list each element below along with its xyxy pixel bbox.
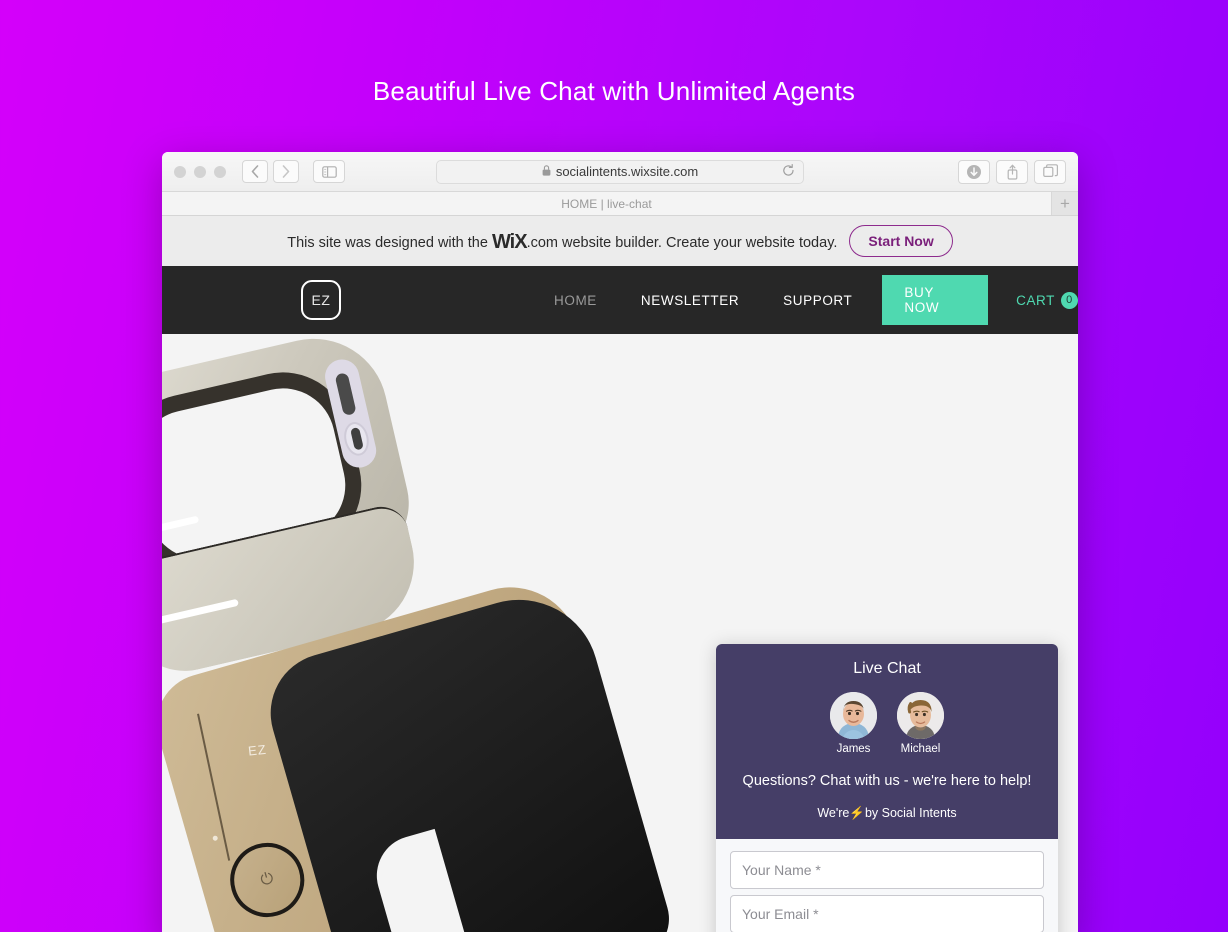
tab-overview-icon bbox=[1042, 164, 1058, 178]
chevron-left-icon bbox=[251, 165, 259, 178]
cart-count-badge: 0 bbox=[1061, 291, 1078, 309]
chat-agents-list: James Michael bbox=[716, 692, 1058, 755]
cart-link[interactable]: CART 0 bbox=[1016, 291, 1078, 309]
browser-window: socialintents.wixsite.com HOME | live-ch… bbox=[162, 152, 1078, 932]
site-navigation-bar: EZ HOME NEWSLETTER SUPPORT BUY NOW CART … bbox=[162, 266, 1078, 334]
wix-banner-text: This site was designed with the WiX.com … bbox=[287, 230, 837, 253]
powered-by-suffix: by Social Intents bbox=[864, 806, 957, 821]
navigation-buttons bbox=[242, 160, 299, 183]
chat-agent: Michael bbox=[897, 692, 944, 755]
lightning-bolt-icon: ⚡ bbox=[849, 806, 865, 821]
nav-item-home[interactable]: HOME bbox=[532, 293, 619, 308]
silver-watch-dial bbox=[340, 419, 372, 459]
chevron-right-icon bbox=[282, 165, 290, 178]
site-page-body: EZ ⏻ Live Chat James Michael Questions? … bbox=[162, 334, 1078, 932]
chat-widget-header: Live Chat James Michael Questions? Chat … bbox=[716, 644, 1058, 840]
agent-avatar-michael bbox=[897, 692, 944, 739]
agent-name-michael: Michael bbox=[900, 743, 941, 755]
powered-by-prefix: We're bbox=[817, 806, 850, 821]
sidebar-icon bbox=[321, 165, 337, 178]
window-traffic-lights bbox=[174, 165, 226, 178]
browser-toolbar: socialintents.wixsite.com bbox=[162, 152, 1078, 192]
sidebar-toggle-button[interactable] bbox=[313, 160, 345, 183]
zoom-window-button[interactable] bbox=[214, 165, 226, 178]
live-chat-widget: Live Chat James Michael Questions? Chat … bbox=[716, 644, 1058, 932]
downloads-button[interactable] bbox=[958, 159, 990, 184]
start-now-button[interactable]: Start Now bbox=[849, 225, 953, 257]
power-icon: ⏻ bbox=[258, 869, 276, 890]
address-bar-url: socialintents.wixsite.com bbox=[555, 164, 699, 179]
tab-overview-button[interactable] bbox=[1034, 159, 1066, 184]
tab-live-chat[interactable]: HOME | live-chat bbox=[162, 192, 1052, 215]
chat-powered-by: We're⚡by Social Intents bbox=[716, 792, 1058, 823]
share-button[interactable] bbox=[996, 159, 1028, 184]
chat-greeting-message: Questions? Chat with us - we're here to … bbox=[742, 773, 1032, 789]
agent-name-james: James bbox=[836, 743, 871, 755]
chat-name-input[interactable] bbox=[730, 851, 1044, 890]
buy-now-button[interactable]: BUY NOW bbox=[882, 275, 989, 325]
product-brand-mark: EZ bbox=[247, 741, 268, 759]
address-bar[interactable]: socialintents.wixsite.com bbox=[436, 159, 804, 184]
chat-prechat-form: Start Chat bbox=[716, 839, 1058, 932]
nav-item-support[interactable]: SUPPORT bbox=[761, 293, 874, 308]
close-window-button[interactable] bbox=[174, 165, 186, 178]
new-tab-button[interactable]: + bbox=[1052, 192, 1078, 215]
toolbar-right-buttons bbox=[958, 159, 1066, 184]
site-nav-links: HOME NEWSLETTER SUPPORT BUY NOW CART 0 bbox=[532, 275, 1078, 325]
chat-widget-title: Live Chat bbox=[853, 660, 921, 677]
cart-label: CART bbox=[1016, 292, 1055, 308]
minimize-window-button[interactable] bbox=[194, 165, 206, 178]
wix-banner-text-before: This site was designed with the bbox=[287, 234, 488, 251]
share-icon bbox=[1007, 164, 1017, 180]
nav-item-newsletter[interactable]: NEWSLETTER bbox=[619, 293, 761, 308]
wix-banner-text-after: .com website builder. Create your websit… bbox=[526, 234, 838, 251]
site-logo[interactable]: EZ bbox=[301, 280, 341, 320]
silver-watch-button bbox=[334, 372, 357, 417]
download-icon bbox=[967, 164, 981, 179]
chat-email-input[interactable] bbox=[730, 895, 1044, 932]
wix-logo: WiX bbox=[491, 230, 528, 253]
back-button[interactable] bbox=[242, 160, 268, 183]
agent-avatar-james bbox=[830, 692, 877, 739]
chat-agent: James bbox=[830, 692, 877, 755]
page-title: Beautiful Live Chat with Unlimited Agent… bbox=[372, 76, 856, 106]
tab-bar: HOME | live-chat + bbox=[162, 192, 1078, 216]
forward-button[interactable] bbox=[273, 160, 299, 183]
reload-button[interactable] bbox=[782, 163, 795, 181]
wix-promo-banner: This site was designed with the WiX.com … bbox=[162, 216, 1078, 266]
lock-icon bbox=[542, 164, 551, 179]
